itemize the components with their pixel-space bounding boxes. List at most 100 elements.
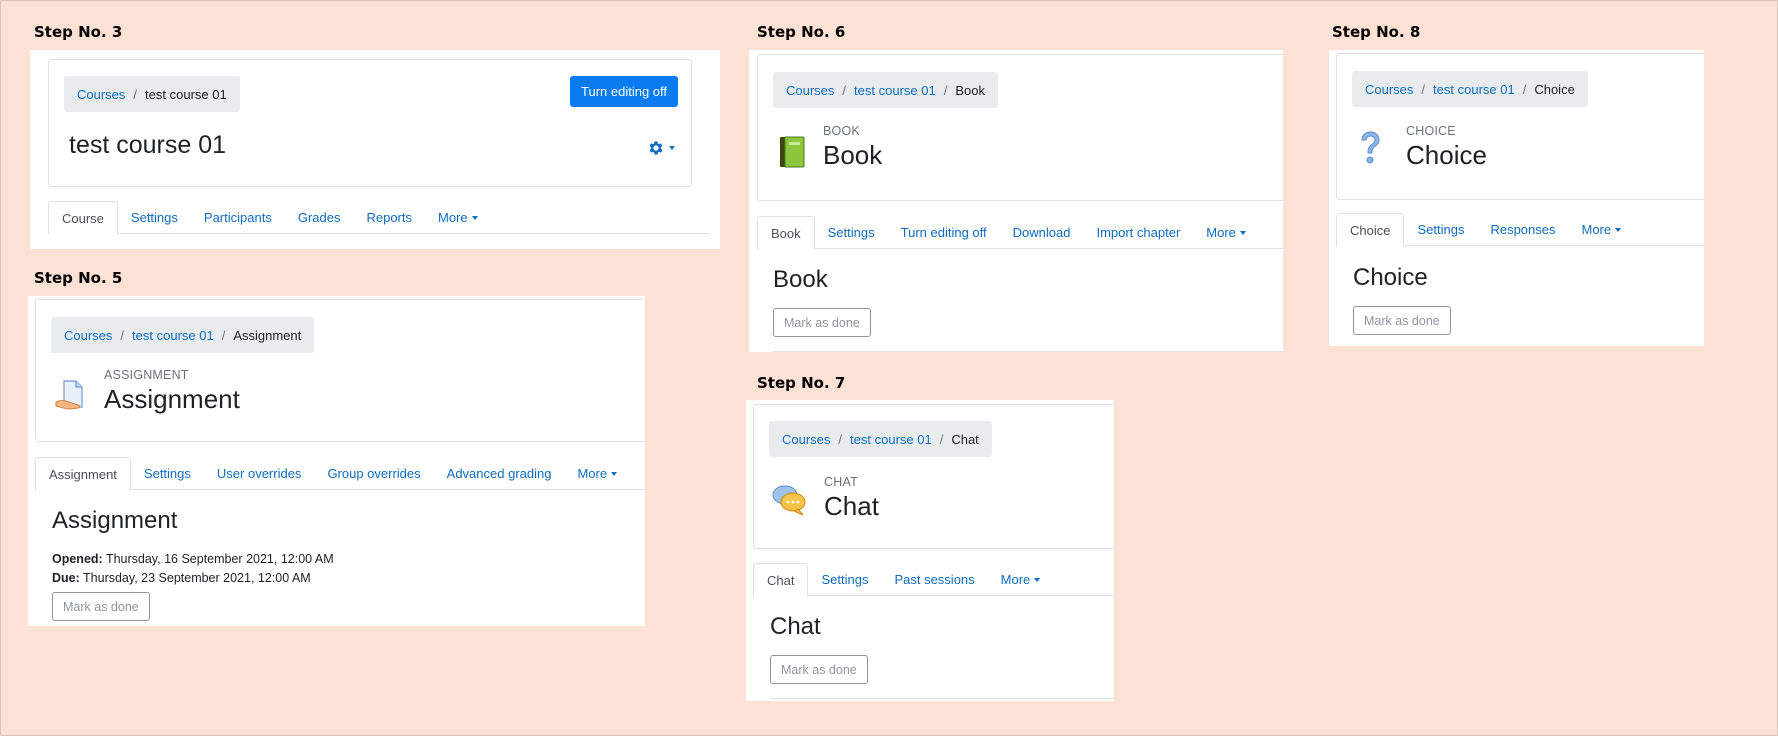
step-7-title: Step No. 7	[757, 374, 846, 392]
tab-choice[interactable]: Choice	[1336, 213, 1405, 247]
chevron-down-icon	[611, 471, 618, 476]
tab-settings[interactable]: Settings	[808, 563, 881, 596]
tab-participants[interactable]: Participants	[191, 201, 285, 234]
divider	[773, 351, 1283, 352]
chevron-down-icon	[471, 215, 478, 220]
page-heading: Choice	[1353, 264, 1428, 291]
breadcrumb: Courses / test course 01 / Book	[773, 72, 998, 108]
step-3-title: Step No. 3	[34, 23, 123, 41]
page-title: test course 01	[69, 131, 227, 159]
chevron-down-icon	[669, 146, 675, 150]
opened-date: Opened: Thursday, 16 September 2021, 12:…	[52, 552, 334, 566]
settings-menu[interactable]	[647, 139, 675, 157]
book-icon	[780, 136, 805, 168]
step-5-panel: Courses / test course 01 / Assignment AS…	[28, 296, 645, 626]
assignment-icon	[55, 380, 83, 410]
choice-question-icon	[1361, 131, 1380, 164]
tab-user-overrides[interactable]: User overrides	[204, 457, 315, 490]
breadcrumb-course[interactable]: test course 01	[1433, 82, 1515, 97]
page-heading: Chat	[770, 613, 821, 640]
due-date: Due: Thursday, 23 September 2021, 12:00 …	[52, 571, 311, 585]
breadcrumb: Courses / test course 01	[64, 76, 240, 112]
assignment-tabs: Assignment Settings User overrides Group…	[35, 457, 645, 491]
tab-download[interactable]: Download	[1000, 216, 1084, 249]
breadcrumb-current: Chat	[951, 431, 979, 447]
choice-tabs: Choice Settings Responses More	[1336, 213, 1704, 247]
tab-book[interactable]: Book	[757, 216, 815, 250]
chat-icon	[772, 485, 806, 516]
module-type-label: CHOICE	[1406, 124, 1456, 138]
tab-assignment[interactable]: Assignment	[35, 457, 131, 491]
chevron-down-icon	[1239, 230, 1246, 235]
choice-header: Courses / test course 01 / Choice CHOICE…	[1336, 53, 1704, 200]
breadcrumb-course[interactable]: test course 01	[854, 83, 936, 98]
chat-tabs: Chat Settings Past sessions More	[753, 563, 1114, 597]
step-6-panel: Courses / test course 01 / Book BOOK Boo…	[749, 50, 1283, 352]
breadcrumb: Courses / test course 01 / Choice	[1352, 71, 1588, 107]
module-type-label: CHAT	[824, 475, 858, 489]
tab-grades[interactable]: Grades	[285, 201, 354, 234]
chat-header: Courses / test course 01 / Chat CHAT Cha…	[753, 404, 1114, 549]
tab-past-sessions[interactable]: Past sessions	[881, 563, 987, 596]
turn-editing-off-button[interactable]: Turn editing off	[570, 76, 678, 107]
tab-more[interactable]: More	[1193, 216, 1259, 249]
tab-settings[interactable]: Settings	[1404, 213, 1477, 246]
module-type-label: ASSIGNMENT	[104, 368, 189, 382]
divider	[770, 698, 1114, 699]
module-type-label: BOOK	[823, 124, 860, 138]
breadcrumb-current: Choice	[1534, 81, 1575, 97]
tab-more[interactable]: More	[425, 201, 491, 234]
chevron-down-icon	[1034, 577, 1041, 582]
tab-turn-editing-off[interactable]: Turn editing off	[888, 216, 1000, 249]
mark-as-done-button[interactable]: Mark as done	[1353, 306, 1451, 335]
breadcrumb-course[interactable]: test course 01	[145, 87, 227, 102]
module-title: Chat	[824, 491, 879, 521]
breadcrumb-course[interactable]: test course 01	[850, 432, 932, 447]
step-7-panel: Courses / test course 01 / Chat CHAT Cha…	[746, 400, 1114, 701]
tab-reports[interactable]: Reports	[353, 201, 425, 234]
step-8-title: Step No. 8	[1332, 23, 1421, 41]
tab-chat[interactable]: Chat	[753, 563, 809, 597]
chevron-down-icon	[1615, 227, 1622, 232]
mark-as-done-button[interactable]: Mark as done	[52, 592, 150, 621]
tab-more[interactable]: More	[1569, 213, 1635, 246]
tab-course[interactable]: Course	[48, 201, 118, 235]
tab-settings[interactable]: Settings	[815, 216, 888, 249]
gear-icon	[649, 141, 663, 155]
step-5-title: Step No. 5	[34, 269, 123, 287]
step-6-title: Step No. 6	[757, 23, 846, 41]
tab-advanced-grading[interactable]: Advanced grading	[434, 457, 565, 490]
breadcrumb-courses[interactable]: Courses	[77, 87, 125, 102]
tab-group-overrides[interactable]: Group overrides	[314, 457, 433, 490]
breadcrumb-courses[interactable]: Courses	[786, 83, 834, 98]
module-title: Choice	[1406, 140, 1487, 170]
tab-settings[interactable]: Settings	[131, 457, 204, 490]
tab-settings[interactable]: Settings	[118, 201, 191, 234]
breadcrumb-course[interactable]: test course 01	[132, 328, 214, 343]
book-header: Courses / test course 01 / Book BOOK Boo…	[757, 54, 1283, 201]
tab-more[interactable]: More	[988, 563, 1054, 596]
tab-more[interactable]: More	[564, 457, 630, 490]
breadcrumb: Courses / test course 01 / Assignment	[51, 317, 315, 353]
step-8-panel: Courses / test course 01 / Choice CHOICE…	[1329, 50, 1704, 346]
tab-responses[interactable]: Responses	[1477, 213, 1568, 246]
page-heading: Book	[773, 266, 828, 293]
step-3-panel: Courses / test course 01 Turn editing of…	[30, 50, 720, 249]
breadcrumb-courses[interactable]: Courses	[64, 328, 112, 343]
tab-import-chapter[interactable]: Import chapter	[1083, 216, 1193, 249]
breadcrumb-courses[interactable]: Courses	[1365, 82, 1413, 97]
breadcrumb: Courses / test course 01 / Chat	[769, 421, 992, 457]
breadcrumb-current: Assignment	[233, 327, 302, 343]
course-header: Courses / test course 01 Turn editing of…	[48, 59, 692, 187]
module-title: Book	[823, 140, 883, 170]
breadcrumb-current: Book	[955, 82, 985, 98]
module-title: Assignment	[104, 384, 240, 414]
mark-as-done-button[interactable]: Mark as done	[773, 308, 871, 337]
mark-as-done-button[interactable]: Mark as done	[770, 655, 868, 684]
page-heading: Assignment	[52, 507, 178, 534]
course-tabs: Course Settings Participants Grades Repo…	[48, 201, 710, 235]
assignment-header: Courses / test course 01 / Assignment AS…	[35, 299, 645, 442]
breadcrumb-courses[interactable]: Courses	[782, 432, 830, 447]
book-tabs: Book Settings Turn editing off Download …	[757, 216, 1283, 250]
assignment-dates: Opened: Thursday, 16 September 2021, 12:…	[52, 550, 334, 588]
